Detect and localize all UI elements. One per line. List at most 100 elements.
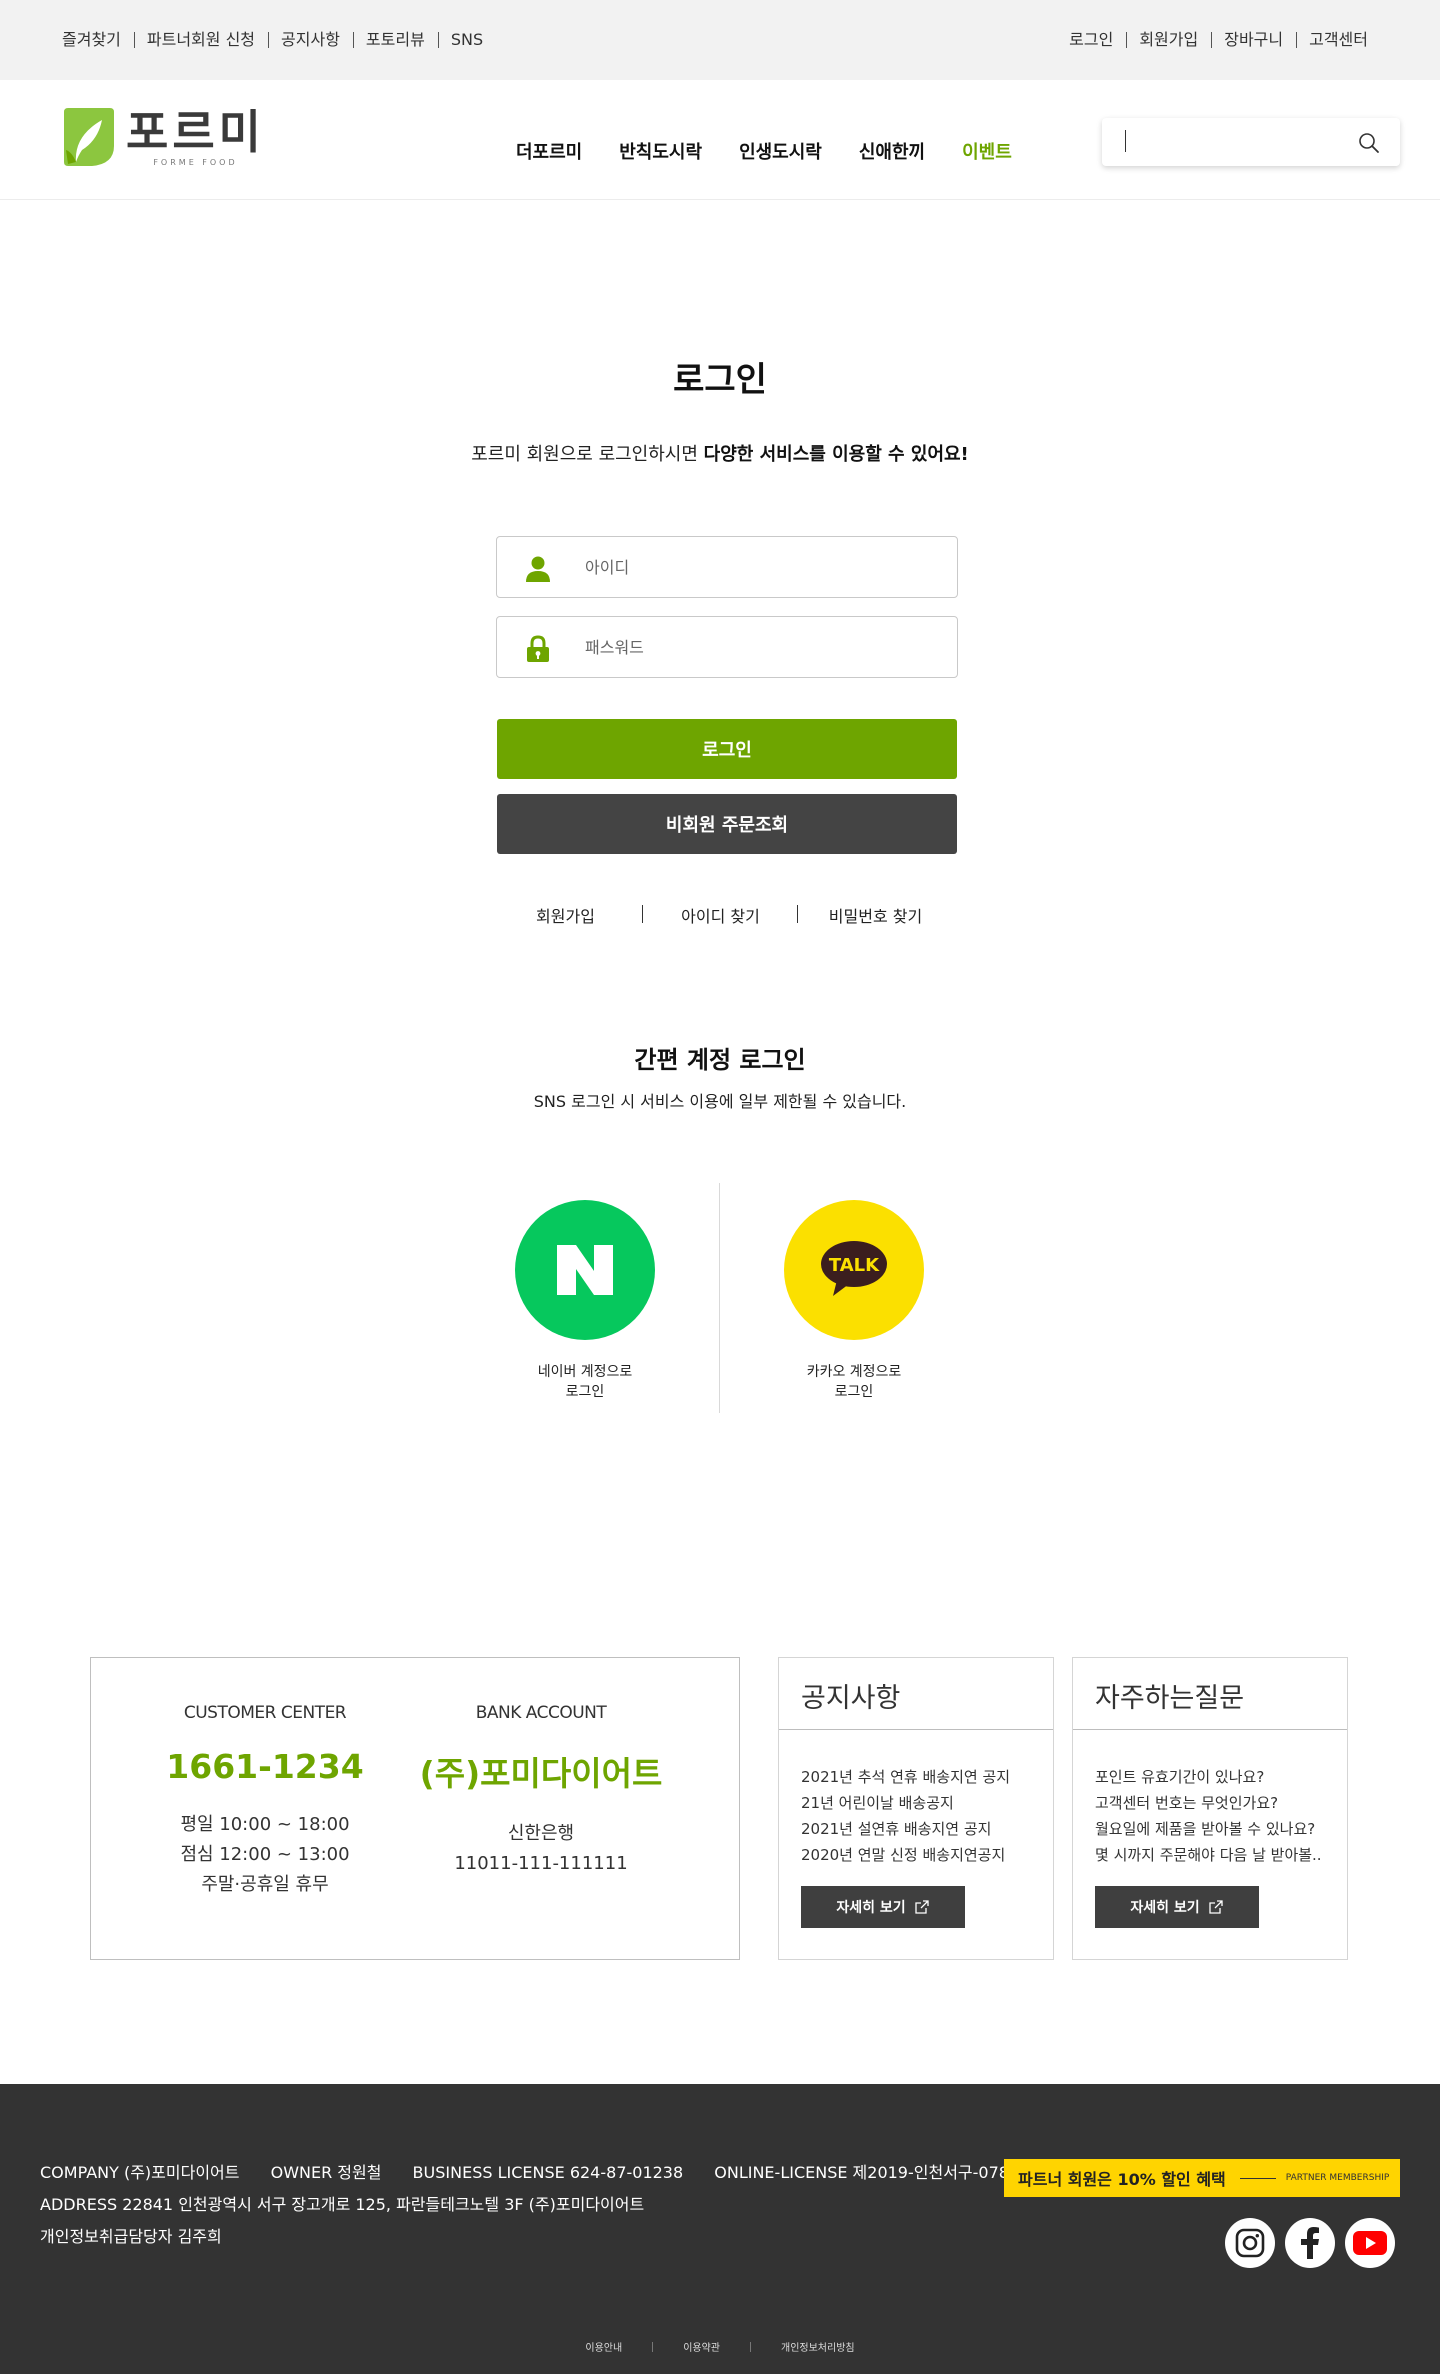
footer-link-divider bbox=[652, 2341, 654, 2352]
util-link-partner-apply[interactable]: 파트너회원 신청 bbox=[133, 29, 268, 51]
list-item[interactable]: 2021년 설연휴 배송지연 공지 bbox=[801, 1816, 1051, 1842]
list-item[interactable]: 2021년 추석 연휴 배송지연 공지 bbox=[801, 1764, 1051, 1790]
kakao-login-button[interactable]: TALK 카카오 계정으로 로그인 bbox=[774, 1200, 934, 1402]
util-link-bookmark[interactable]: 즐겨찾기 bbox=[62, 29, 134, 51]
list-item[interactable]: 21년 어린이날 배송공지 bbox=[801, 1790, 1051, 1816]
util-link-photo-review[interactable]: 포토리뷰 bbox=[352, 29, 438, 51]
youtube-link[interactable] bbox=[1345, 2218, 1395, 2268]
kakao-logo-circle[interactable]: TALK bbox=[784, 1200, 924, 1340]
bank-account-title: BANK ACCOUNT bbox=[475, 1703, 607, 1723]
login-button[interactable]: 로그인 bbox=[497, 719, 957, 779]
utility-left-menu: 즐겨찾기 파트너회원 신청 공지사항 포토리뷰 SNS bbox=[62, 29, 496, 51]
faq-more-label: 자세히 보기 bbox=[1130, 1900, 1200, 1916]
nav-item-the-forme[interactable]: 더포르미 bbox=[516, 138, 582, 164]
list-item[interactable]: 월요일에 제품을 받아볼 수 있나요? bbox=[1095, 1816, 1345, 1842]
faq-more-button[interactable]: 자세히 보기 bbox=[1095, 1886, 1259, 1928]
company-name: COMPANY (주)포미다이어트 bbox=[40, 2163, 240, 2182]
company-info-row: COMPANY (주)포미다이어트 OWNER 정원철 BUSINESS LIC… bbox=[40, 2157, 1060, 2189]
utility-right-menu: 로그인 회원가입 장바구니 고객센터 bbox=[1056, 29, 1368, 51]
search-icon[interactable] bbox=[1358, 132, 1380, 154]
instagram-link[interactable] bbox=[1225, 2218, 1275, 2268]
business-license: BUSINESS LICENSE 624-87-01238 bbox=[412, 2163, 684, 2182]
bank-account-holder: (주)포미다이어트 bbox=[419, 1754, 663, 1793]
sns-divider bbox=[719, 1183, 720, 1413]
signup-link[interactable]: 회원가입 bbox=[488, 903, 643, 927]
lock-icon bbox=[527, 635, 549, 662]
site-logo[interactable]: 포르미 FORME FOOD bbox=[62, 106, 265, 168]
customer-center-title: CUSTOMER CENTER bbox=[183, 1703, 347, 1723]
notice-board-title: 공지사항 bbox=[779, 1658, 1053, 1730]
password-input[interactable] bbox=[585, 617, 935, 677]
facebook-icon bbox=[1301, 2227, 1319, 2259]
logo-korean-text: 포르미 bbox=[126, 104, 265, 159]
site-footer: COMPANY (주)포미다이어트 OWNER 정원철 BUSINESS LIC… bbox=[0, 2084, 1440, 2374]
main-nav: 더포르미 반칙도시락 인생도시락 신애한끼 이벤트 bbox=[516, 138, 1049, 164]
faq-board-title: 자주하는질문 bbox=[1073, 1658, 1347, 1730]
privacy-officer: 개인정보취급담당자 김주희 bbox=[40, 2227, 222, 2246]
util-link-cart[interactable]: 장바구니 bbox=[1211, 29, 1296, 51]
bank-name: 신한은행 bbox=[507, 1823, 575, 1844]
hours-lunch: 점심 12:00 ~ 13:00 bbox=[180, 1844, 350, 1865]
naver-n-icon bbox=[557, 1245, 613, 1295]
notice-board: 공지사항 2021년 추석 연휴 배송지연 공지 21년 어린이날 배송공지 2… bbox=[778, 1657, 1054, 1960]
notice-list: 2021년 추석 연휴 배송지연 공지 21년 어린이날 배송공지 2021년 … bbox=[779, 1730, 1053, 1868]
login-description: 포르미 회원으로 로그인하시면 다양한 서비스를 이용할 수 있어요! bbox=[0, 440, 1440, 466]
notice-more-button[interactable]: 자세히 보기 bbox=[801, 1886, 965, 1928]
logo-english-text: FORME FOOD bbox=[153, 157, 238, 167]
util-link-sns[interactable]: SNS bbox=[437, 29, 496, 51]
nav-item-banchik-lunchbox[interactable]: 반칙도시락 bbox=[619, 138, 702, 164]
bank-account: BANK ACCOUNT (주)포미다이어트 신한은행 11011-111-11… bbox=[411, 1658, 671, 1879]
youtube-icon bbox=[1353, 2231, 1387, 2255]
utility-bar: 즐겨찾기 파트너회원 신청 공지사항 포토리뷰 SNS 로그인 회원가입 장바구… bbox=[0, 0, 1440, 80]
find-password-link[interactable]: 비밀번호 찾기 bbox=[798, 903, 953, 927]
id-field[interactable] bbox=[496, 536, 958, 598]
kakao-login-label: 카카오 계정으로 로그인 bbox=[806, 1364, 902, 1400]
kakao-talk-text: TALK bbox=[829, 1255, 880, 1276]
password-field[interactable] bbox=[496, 616, 958, 678]
logo-wordmark: 포르미 FORME FOOD bbox=[126, 108, 265, 167]
util-link-login[interactable]: 로그인 bbox=[1056, 29, 1126, 51]
external-link-icon bbox=[1208, 1900, 1223, 1914]
nav-item-sinae-meal[interactable]: 신애한끼 bbox=[859, 138, 925, 164]
external-link-icon bbox=[914, 1900, 929, 1914]
list-item[interactable]: 몇 시까지 주문해야 다음 날 받아볼.. bbox=[1095, 1842, 1345, 1868]
footer-link-privacy-policy[interactable]: 개인정보처리방침 bbox=[781, 2339, 855, 2354]
bank-account-number: 11011-111-111111 bbox=[454, 1853, 628, 1874]
user-icon bbox=[526, 556, 550, 582]
guest-order-lookup-button[interactable]: 비회원 주문조회 bbox=[497, 794, 957, 854]
online-license: ONLINE-LICENSE 제2019-인천서구-0780호 bbox=[714, 2163, 1034, 2182]
footer-link-guide[interactable]: 이용안내 bbox=[585, 2339, 622, 2354]
company-owner: OWNER 정원철 bbox=[270, 2163, 382, 2182]
list-item[interactable]: 포인트 유효기간이 있나요? bbox=[1095, 1764, 1345, 1790]
nav-item-insaeng-lunchbox[interactable]: 인생도시락 bbox=[739, 138, 822, 164]
instagram-icon bbox=[1235, 2228, 1265, 2258]
util-link-signup[interactable]: 회원가입 bbox=[1126, 29, 1211, 51]
util-link-customer-center[interactable]: 고객센터 bbox=[1296, 29, 1368, 51]
partner-banner-text: 파트너 회원은 10% 할인 혜택 bbox=[1018, 2170, 1226, 2189]
list-item[interactable]: 고객센터 번호는 무엇인가요? bbox=[1095, 1790, 1345, 1816]
naver-login-button[interactable]: 네이버 계정으로 로그인 bbox=[505, 1200, 665, 1402]
footer-link-terms[interactable]: 이용약관 bbox=[683, 2339, 720, 2354]
partner-membership-banner[interactable]: 파트너 회원은 10% 할인 혜택 PARTNER MEMBERSHIP bbox=[1004, 2159, 1400, 2197]
id-input[interactable] bbox=[585, 537, 935, 597]
login-description-bold: 다양한 서비스를 이용할 수 있어요! bbox=[703, 444, 969, 465]
hours-weekend: 주말·공휴일 휴무 bbox=[201, 1874, 329, 1895]
facebook-link[interactable] bbox=[1285, 2218, 1335, 2268]
naver-logo-circle[interactable] bbox=[515, 1200, 655, 1340]
partner-banner-line bbox=[1239, 2177, 1276, 2179]
footer-link-divider bbox=[750, 2341, 751, 2352]
site-header: 포르미 FORME FOOD 더포르미 반칙도시락 인생도시락 신애한끼 이벤트 bbox=[0, 80, 1440, 200]
login-description-plain: 포르미 회원으로 로그인하시면 bbox=[471, 444, 704, 465]
notice-more-label: 자세히 보기 bbox=[836, 1900, 906, 1916]
search-box[interactable] bbox=[1102, 118, 1400, 166]
company-address: ADDRESS 22841 인천광역시 서구 장고개로 125, 파란들테크노텔… bbox=[40, 2195, 645, 2214]
kakaotalk-icon: TALK bbox=[821, 1241, 887, 1296]
search-input-caret[interactable] bbox=[1125, 130, 1126, 152]
company-info: COMPANY (주)포미다이어트 OWNER 정원철 BUSINESS LIC… bbox=[40, 2157, 1060, 2253]
faq-list: 포인트 유효기간이 있나요? 고객센터 번호는 무엇인가요? 월요일에 제품을 … bbox=[1073, 1730, 1347, 1868]
nav-item-event[interactable]: 이벤트 bbox=[962, 138, 1012, 164]
list-item[interactable]: 2020년 연말 신정 배송지연공지 bbox=[801, 1842, 1051, 1868]
find-id-link[interactable]: 아이디 찾기 bbox=[643, 903, 798, 927]
util-link-notice[interactable]: 공지사항 bbox=[268, 29, 353, 51]
login-title: 로그인 bbox=[673, 360, 767, 400]
